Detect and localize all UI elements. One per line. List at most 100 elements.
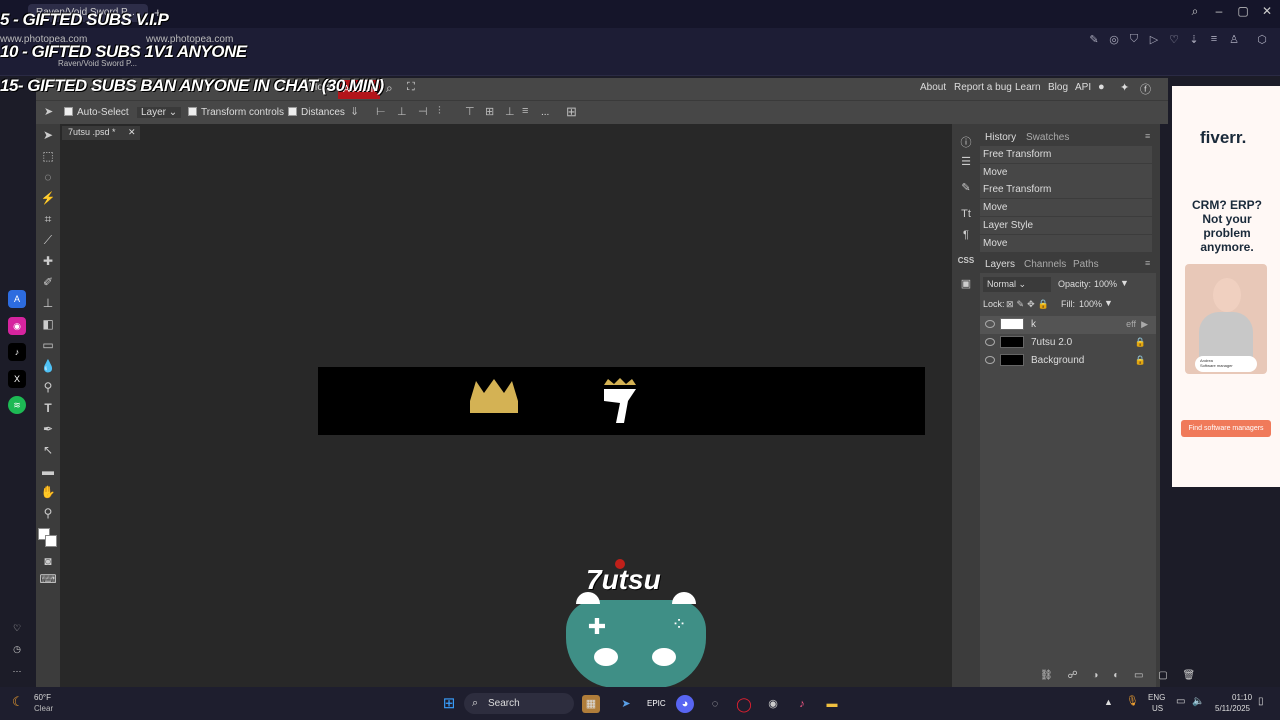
auto-select-checkbox[interactable]: Auto-Select bbox=[64, 107, 129, 118]
lasso-tool-icon[interactable]: ◌ bbox=[39, 168, 57, 186]
widget-icon[interactable]: ▦ bbox=[582, 695, 600, 713]
history-item[interactable]: Move bbox=[980, 199, 1152, 217]
search-icon[interactable]: ⌕ bbox=[386, 81, 393, 96]
history-item[interactable]: Layer Style bbox=[980, 217, 1152, 235]
brush-tool-icon[interactable]: ✐ bbox=[39, 273, 57, 291]
opera-icon[interactable]: ◯ bbox=[735, 695, 753, 713]
history-item[interactable]: Free Transform bbox=[980, 181, 1152, 199]
heart-icon[interactable]: ♡ bbox=[1166, 33, 1182, 49]
effects-badge[interactable]: eff bbox=[1126, 319, 1136, 329]
background-color-swatch[interactable] bbox=[45, 535, 57, 547]
pen-tool-icon[interactable]: ✒ bbox=[39, 420, 57, 438]
magic-wand-icon[interactable]: ⚡ bbox=[39, 189, 57, 207]
music-icon[interactable]: ♪ bbox=[793, 695, 811, 713]
discord-icon[interactable]: ◕ bbox=[676, 695, 694, 713]
move-tool-icon[interactable]: ➤ bbox=[44, 105, 53, 118]
loading-icon[interactable]: ◌ bbox=[706, 695, 724, 713]
taskbar-search[interactable]: Search bbox=[464, 693, 574, 714]
quick-mask-icon[interactable]: ◙ bbox=[39, 552, 57, 570]
css-icon[interactable]: CSS bbox=[957, 256, 975, 270]
distribute-icon[interactable]: ⫶ bbox=[438, 105, 441, 118]
shape-tool-icon[interactable]: ▬ bbox=[39, 462, 57, 480]
healing-brush-icon[interactable]: ✚ bbox=[39, 252, 57, 270]
close-tab-icon[interactable]: ✕ bbox=[128, 127, 136, 137]
dodge-tool-icon[interactable]: ⚲ bbox=[39, 378, 57, 396]
visibility-icon[interactable] bbox=[985, 338, 995, 346]
transform-controls-checkbox[interactable]: Transform controls bbox=[188, 107, 284, 118]
expand-icon[interactable]: ▶ bbox=[1141, 319, 1148, 330]
play-icon[interactable]: ▷ bbox=[1146, 33, 1162, 49]
menu-blog[interactable]: Blog bbox=[1048, 82, 1068, 93]
align-left-icon[interactable]: ⊢ bbox=[376, 105, 386, 118]
maximize-icon[interactable]: ▢ bbox=[1234, 4, 1252, 18]
app-icon[interactable]: A bbox=[8, 290, 26, 308]
align-right-icon[interactable]: ⊣ bbox=[418, 105, 428, 118]
tab-swatches[interactable]: Swatches bbox=[1026, 132, 1069, 143]
menu-about[interactable]: About bbox=[920, 82, 946, 93]
extension-icon[interactable]: ⬡ bbox=[1254, 33, 1270, 49]
menu-api[interactable]: API bbox=[1075, 82, 1091, 93]
fullscreen-icon[interactable]: ⛶ bbox=[407, 81, 415, 94]
eraser-tool-icon[interactable]: ◧ bbox=[39, 315, 57, 333]
history-item[interactable]: Free Transform bbox=[980, 146, 1152, 164]
network-icon[interactable]: ▭ bbox=[1176, 696, 1185, 707]
tab-paths[interactable]: Paths bbox=[1073, 259, 1099, 270]
notification-icon[interactable]: ▯ bbox=[1258, 696, 1264, 707]
facebook-icon[interactable]: ⓕ bbox=[1140, 81, 1151, 97]
weather-temp[interactable]: 60°F bbox=[34, 693, 51, 702]
menu-report-bug[interactable]: Report a bug bbox=[954, 82, 1012, 93]
tiktok-icon[interactable]: ♪ bbox=[8, 343, 26, 361]
align-center-icon[interactable]: ⊥ bbox=[397, 105, 407, 118]
obs-icon[interactable]: ◉ bbox=[764, 695, 782, 713]
character-icon[interactable]: Tt bbox=[959, 208, 973, 222]
more-icon[interactable]: ⋯ bbox=[8, 662, 26, 680]
menu-icon[interactable]: ≡ bbox=[1206, 33, 1222, 49]
microphone-icon[interactable]: 🎙 bbox=[1126, 696, 1139, 707]
profile-icon[interactable]: ♙ bbox=[1226, 33, 1242, 49]
language-indicator[interactable]: ENG bbox=[1148, 693, 1165, 702]
camera-icon[interactable]: ◎ bbox=[1106, 33, 1122, 49]
menu-learn[interactable]: Learn bbox=[1015, 82, 1041, 93]
minimize-icon[interactable]: – bbox=[1210, 4, 1228, 18]
tab-layers[interactable]: Layers bbox=[985, 259, 1015, 270]
distribute-vertical-icon[interactable]: ≡ bbox=[522, 105, 528, 117]
align-top-icon[interactable]: ⊤ bbox=[465, 105, 475, 118]
brush-settings-icon[interactable]: ✎ bbox=[959, 181, 973, 195]
more-options[interactable]: ... bbox=[541, 107, 549, 118]
layer-select[interactable]: Layer ⌄ bbox=[137, 107, 182, 118]
blend-mode-select[interactable]: Normal ⌄ bbox=[983, 277, 1051, 292]
history-menu-icon[interactable]: ≡ bbox=[1145, 131, 1150, 141]
hand-tool-icon[interactable]: ✋ bbox=[39, 483, 57, 501]
history-item[interactable]: Move bbox=[980, 235, 1152, 253]
fill-input[interactable]: 100% bbox=[1079, 299, 1102, 309]
epic-icon[interactable]: EPIC bbox=[647, 695, 666, 713]
paragraph-icon[interactable]: ¶ bbox=[959, 229, 973, 243]
visibility-icon[interactable] bbox=[985, 320, 995, 328]
info-icon[interactable]: ⓘ bbox=[959, 134, 973, 149]
volume-icon[interactable]: 🔈 bbox=[1192, 696, 1204, 707]
history-item[interactable]: Move bbox=[980, 164, 1152, 182]
twitter-icon[interactable]: ✦ bbox=[1120, 81, 1129, 94]
marquee-tool-icon[interactable]: ⬚ bbox=[39, 147, 57, 165]
ad-cta-button[interactable]: Find software managers bbox=[1181, 420, 1271, 437]
align-bottom-icon[interactable]: ⊥ bbox=[505, 105, 515, 118]
adjustments-icon[interactable]: ☰ bbox=[959, 155, 973, 169]
spotify-icon[interactable]: ≋ bbox=[8, 396, 26, 414]
search-icon[interactable]: ⌕ bbox=[1186, 4, 1204, 19]
zoom-tool-icon[interactable]: ⚲ bbox=[39, 504, 57, 522]
tab-channels[interactable]: Channels bbox=[1024, 259, 1066, 270]
opacity-input[interactable]: 100% bbox=[1094, 279, 1117, 289]
document-tab[interactable]: 7utsu .psd * ✕ bbox=[62, 126, 140, 140]
windows-start-icon[interactable]: ⊞ bbox=[440, 695, 458, 713]
type-tool-icon[interactable]: T bbox=[39, 399, 57, 417]
advertisement[interactable]: fiverr. CRM? ERP? Not your problem anymo… bbox=[1172, 86, 1280, 487]
distances-checkbox[interactable]: Distances bbox=[288, 107, 345, 118]
tab-history[interactable]: History bbox=[985, 132, 1016, 143]
layer-row[interactable]: Background 🔒 bbox=[980, 352, 1156, 370]
folder-icon[interactable]: ▬ bbox=[823, 695, 841, 713]
reddit-icon[interactable]: ● bbox=[1098, 81, 1105, 93]
tray-overflow-icon[interactable]: ▲ bbox=[1104, 697, 1113, 707]
opacity-dropdown-icon[interactable]: ▼ bbox=[1120, 278, 1129, 288]
instagram-icon[interactable]: ◉ bbox=[8, 317, 26, 335]
eyedropper-icon[interactable]: ⟋ bbox=[39, 231, 57, 249]
